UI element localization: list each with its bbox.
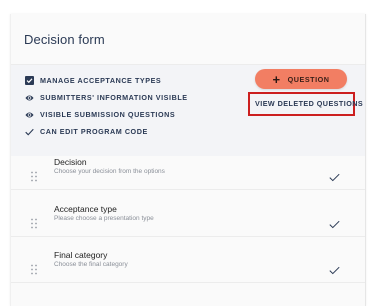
form-title: Decision form [24,32,105,47]
setting-manage-acceptance-types[interactable]: MANAGE ACCEPTANCE TYPES [25,76,161,85]
eye-icon [25,93,34,102]
eye-icon [25,110,34,119]
add-question-label: QUESTION [287,74,330,84]
question-title: Final category [54,250,108,260]
question-title: Acceptance type [54,204,117,214]
question-row-decision[interactable]: Decision Choose your decision from the o… [11,154,365,199]
checkbox-icon [25,76,34,85]
question-row-acceptance-type[interactable]: Acceptance type Please choose a presenta… [11,201,365,246]
setting-label: MANAGE ACCEPTANCE TYPES [40,76,162,85]
row-divider [11,282,365,283]
question-subtitle: Choose your decision from the options [54,168,165,175]
setting-label: VISIBLE SUBMISSION QUESTIONS [40,110,176,119]
plus-icon: + [272,71,281,87]
drag-handle-icon[interactable] [31,262,37,275]
question-subtitle: Choose the final category [54,261,128,268]
setting-can-edit-program-code[interactable]: CAN EDIT PROGRAM CODE [25,127,148,136]
check-icon [329,169,340,182]
drag-handle-icon[interactable] [31,216,37,229]
setting-label: SUBMITTERS' INFORMATION VISIBLE [40,93,188,102]
question-title: Decision [54,157,87,167]
decision-form-card: Decision form MANAGE ACCEPTANCE TYPES SU… [10,14,366,306]
setting-label: CAN EDIT PROGRAM CODE [40,127,148,136]
setting-submitters-info-visible[interactable]: SUBMITTERS' INFORMATION VISIBLE [25,93,188,102]
check-icon [25,127,34,136]
drag-handle-icon[interactable] [31,169,37,182]
question-subtitle: Please choose a presentation type [54,215,154,222]
row-divider [11,236,365,237]
view-deleted-questions-link[interactable]: VIEW DELETED QUESTIONS [255,99,363,108]
check-icon [329,262,340,275]
check-icon [329,216,340,229]
row-divider [11,189,365,190]
question-row-final-category[interactable]: Final category Choose the final category [11,247,365,292]
add-question-button[interactable]: + QUESTION [255,69,347,89]
setting-visible-submission-questions[interactable]: VISIBLE SUBMISSION QUESTIONS [25,110,175,119]
